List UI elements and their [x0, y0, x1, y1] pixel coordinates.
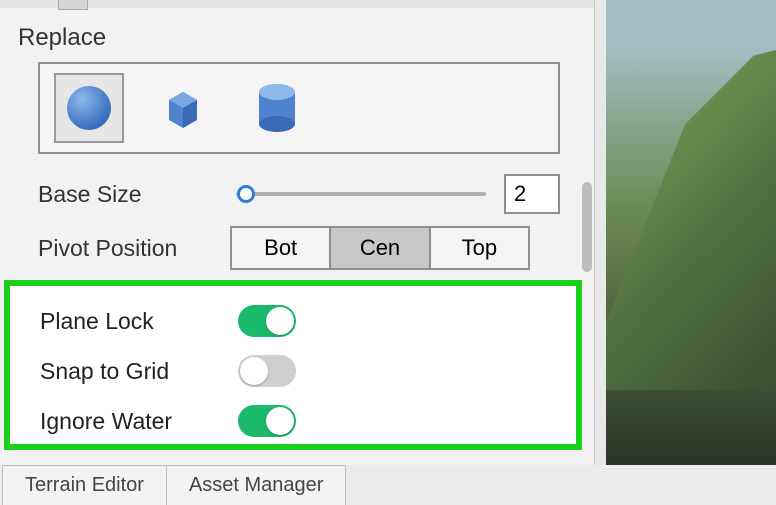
base-size-slider-wrap — [230, 174, 560, 214]
shape-cylinder[interactable] — [242, 73, 312, 143]
pivot-top-button[interactable]: Top — [431, 228, 528, 268]
snap-to-grid-row: Snap to Grid — [40, 346, 554, 396]
cylinder-icon — [255, 82, 299, 134]
panel-scrollbar[interactable] — [582, 182, 592, 272]
plane-lock-label: Plane Lock — [40, 308, 238, 335]
panel-drag-handle[interactable] — [58, 0, 88, 10]
panel-top-strip — [0, 0, 594, 8]
shape-cube[interactable] — [148, 73, 218, 143]
pivot-cen-button[interactable]: Cen — [331, 228, 430, 268]
cube-icon — [159, 84, 207, 132]
terrain-panel: Replace Base Size — [0, 0, 595, 465]
pivot-bot-button[interactable]: Bot — [232, 228, 331, 268]
shape-sphere[interactable] — [54, 73, 124, 143]
bottom-tab-bar: Terrain Editor Asset Manager — [0, 465, 776, 505]
pivot-button-group: Bot Cen Top — [230, 226, 530, 270]
snap-to-grid-label: Snap to Grid — [40, 358, 238, 385]
pivot-label: Pivot Position — [38, 235, 230, 262]
toggle-knob — [266, 307, 294, 335]
pivot-row: Pivot Position Bot Cen Top — [0, 220, 594, 276]
base-size-slider-thumb[interactable] — [237, 185, 255, 203]
toggle-knob — [240, 357, 268, 385]
plane-lock-toggle[interactable] — [238, 305, 296, 337]
base-size-label: Base Size — [38, 181, 230, 208]
ignore-water-toggle[interactable] — [238, 405, 296, 437]
ignore-water-label: Ignore Water — [40, 408, 238, 435]
base-size-input[interactable] — [504, 174, 560, 214]
toggle-knob — [266, 407, 294, 435]
plane-lock-row: Plane Lock — [40, 296, 554, 346]
terrain-hill — [606, 50, 776, 390]
snap-to-grid-toggle[interactable] — [238, 355, 296, 387]
viewport-3d[interactable] — [606, 0, 776, 465]
tab-asset-manager[interactable]: Asset Manager — [167, 465, 347, 505]
section-title-replace: Replace — [0, 8, 594, 62]
base-size-slider[interactable] — [236, 192, 486, 196]
ignore-water-row: Ignore Water — [40, 396, 554, 446]
sphere-icon — [65, 84, 113, 132]
highlighted-options: Plane Lock Snap to Grid Ignore Water — [4, 280, 582, 450]
tab-terrain-editor[interactable]: Terrain Editor — [2, 465, 167, 505]
base-size-row: Base Size — [0, 168, 594, 220]
brush-shape-selector — [38, 62, 560, 154]
